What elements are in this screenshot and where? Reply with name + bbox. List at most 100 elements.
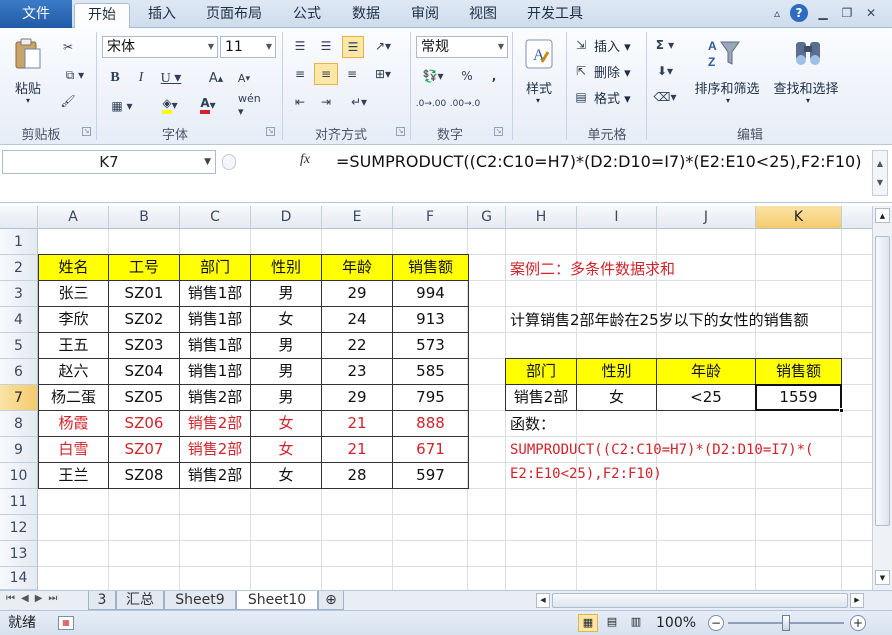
paste-dropdown-icon[interactable]: ▾: [22, 96, 34, 105]
row-header-6[interactable]: 6: [0, 359, 38, 385]
phonetic-icon[interactable]: wén ▾: [238, 92, 268, 118]
column-header-j[interactable]: J: [657, 206, 756, 229]
format-cells-button[interactable]: 格式 ▾: [594, 88, 642, 107]
column-header-b[interactable]: B: [109, 206, 180, 229]
table-cell[interactable]: 男: [250, 358, 322, 385]
criteria-header-cell[interactable]: 年龄: [656, 358, 756, 385]
table-cell[interactable]: SZ06: [108, 410, 180, 437]
worksheet-grid[interactable]: A B C D E F G H I J K 1 2 3 4 5 6 7 8 9 …: [0, 206, 872, 590]
formula-bar-handle[interactable]: [222, 154, 236, 170]
close-icon[interactable]: ✕: [862, 4, 880, 22]
find-select-dropdown-icon[interactable]: ▾: [802, 96, 814, 105]
table-cell[interactable]: 杨二蛋: [38, 384, 109, 411]
bold-icon[interactable]: B: [106, 68, 124, 88]
table-cell[interactable]: 销售1部: [179, 358, 251, 385]
number-launcher-icon[interactable]: ↘: [494, 127, 503, 136]
tab-view[interactable]: 视图: [456, 3, 510, 28]
delete-cells-button[interactable]: 删除 ▾: [594, 62, 642, 81]
tab-home[interactable]: 开始: [74, 3, 130, 29]
horizontal-scroll-thumb[interactable]: [552, 593, 848, 608]
criteria-value-cell[interactable]: <25: [656, 384, 756, 411]
table-cell[interactable]: 585: [392, 358, 469, 385]
table-cell[interactable]: SZ07: [108, 436, 180, 463]
zoom-out-icon[interactable]: −: [708, 615, 724, 631]
criteria-value-cell[interactable]: 女: [576, 384, 657, 411]
zoom-in-icon[interactable]: +: [850, 615, 866, 631]
table-header-cell[interactable]: 姓名: [38, 254, 109, 281]
styles-button[interactable]: 样式: [518, 78, 560, 97]
column-header-k[interactable]: K: [756, 206, 842, 229]
decrease-indent-icon[interactable]: ⇤: [290, 92, 310, 112]
styles-dropdown-icon[interactable]: ▾: [532, 96, 544, 105]
table-cell[interactable]: 671: [392, 436, 469, 463]
styles-icon[interactable]: A: [522, 36, 556, 72]
table-cell[interactable]: 795: [392, 384, 469, 411]
table-header-cell[interactable]: 性别: [250, 254, 322, 281]
clipboard-launcher-icon[interactable]: ↘: [82, 127, 91, 136]
vertical-scroll-thumb[interactable]: [875, 236, 890, 526]
table-cell[interactable]: 29: [321, 280, 393, 307]
font-size-select[interactable]: 11 ▼: [220, 36, 276, 58]
tab-insert[interactable]: 插入: [134, 3, 190, 28]
paste-icon[interactable]: [10, 36, 46, 72]
insert-cells-button[interactable]: 插入 ▾: [594, 36, 642, 55]
comma-icon[interactable]: ,: [484, 66, 504, 86]
table-cell[interactable]: 杨霞: [38, 410, 109, 437]
table-cell[interactable]: 销售1部: [179, 332, 251, 359]
insert-cells-icon[interactable]: ⇲: [572, 36, 590, 54]
tab-formulas[interactable]: 公式: [280, 3, 334, 28]
column-header-h[interactable]: H: [506, 206, 577, 229]
column-header-i[interactable]: I: [577, 206, 657, 229]
restore-icon[interactable]: ❐: [838, 4, 856, 22]
row-header-9[interactable]: 9: [0, 437, 38, 463]
merge-center-icon[interactable]: ⊞▾: [370, 64, 396, 84]
new-sheet-icon[interactable]: ⊕: [318, 591, 344, 610]
scroll-up-icon[interactable]: ▲: [875, 208, 890, 223]
page-layout-view-icon[interactable]: ▤: [602, 614, 622, 632]
select-all-corner[interactable]: [0, 206, 38, 229]
table-cell[interactable]: 21: [321, 436, 393, 463]
font-name-select[interactable]: 宋体 ▼: [102, 36, 218, 58]
table-cell[interactable]: 23: [321, 358, 393, 385]
table-cell[interactable]: 男: [250, 384, 322, 411]
table-cell[interactable]: SZ03: [108, 332, 180, 359]
scroll-right-icon[interactable]: ▶: [850, 593, 864, 608]
alignment-launcher-icon[interactable]: ↘: [396, 127, 405, 136]
align-bottom-icon[interactable]: ☰: [342, 36, 364, 58]
table-cell[interactable]: SZ08: [108, 462, 180, 489]
table-cell[interactable]: 王兰: [38, 462, 109, 489]
collapse-ribbon-icon[interactable]: ▵: [768, 4, 786, 22]
increase-indent-icon[interactable]: ⇥: [316, 92, 336, 112]
clear-icon[interactable]: ⌫▾: [652, 88, 678, 106]
table-cell[interactable]: 销售2部: [179, 384, 251, 411]
criteria-header-cell[interactable]: 部门: [505, 358, 577, 385]
fill-icon[interactable]: ⬇▾: [652, 62, 678, 80]
row-header-14[interactable]: 14: [0, 567, 38, 590]
decrease-decimal-icon[interactable]: .00→.0: [450, 94, 480, 114]
sort-filter-icon[interactable]: AZ: [706, 34, 742, 72]
column-header-g[interactable]: G: [468, 206, 506, 229]
scroll-left-icon[interactable]: ◀: [536, 593, 550, 608]
table-header-cell[interactable]: 部门: [179, 254, 251, 281]
table-cell[interactable]: 28: [321, 462, 393, 489]
table-header-cell[interactable]: 工号: [108, 254, 180, 281]
column-header-a[interactable]: A: [38, 206, 109, 229]
number-format-select[interactable]: 常规 ▼: [416, 36, 508, 58]
table-cell[interactable]: 573: [392, 332, 469, 359]
increase-font-icon[interactable]: A ▴: [206, 68, 226, 88]
find-select-button[interactable]: 查找和选择: [766, 78, 846, 97]
table-header-cell[interactable]: 销售额: [392, 254, 469, 281]
format-painter-icon[interactable]: 🖌: [58, 92, 78, 110]
delete-cells-icon[interactable]: ⇱: [572, 62, 590, 80]
wrap-text-icon[interactable]: ↵▾: [344, 92, 374, 112]
column-header-e[interactable]: E: [322, 206, 393, 229]
sort-filter-button[interactable]: 排序和筛选: [688, 78, 766, 97]
row-header-2[interactable]: 2: [0, 255, 38, 281]
scroll-down-icon[interactable]: ▼: [875, 570, 890, 585]
table-cell[interactable]: 888: [392, 410, 469, 437]
active-cell-k7[interactable]: 1559: [755, 384, 842, 411]
criteria-header-cell[interactable]: 销售额: [755, 358, 842, 385]
autosum-icon[interactable]: Σ ▾: [652, 36, 678, 54]
row-header-3[interactable]: 3: [0, 281, 38, 307]
table-cell[interactable]: 29: [321, 384, 393, 411]
